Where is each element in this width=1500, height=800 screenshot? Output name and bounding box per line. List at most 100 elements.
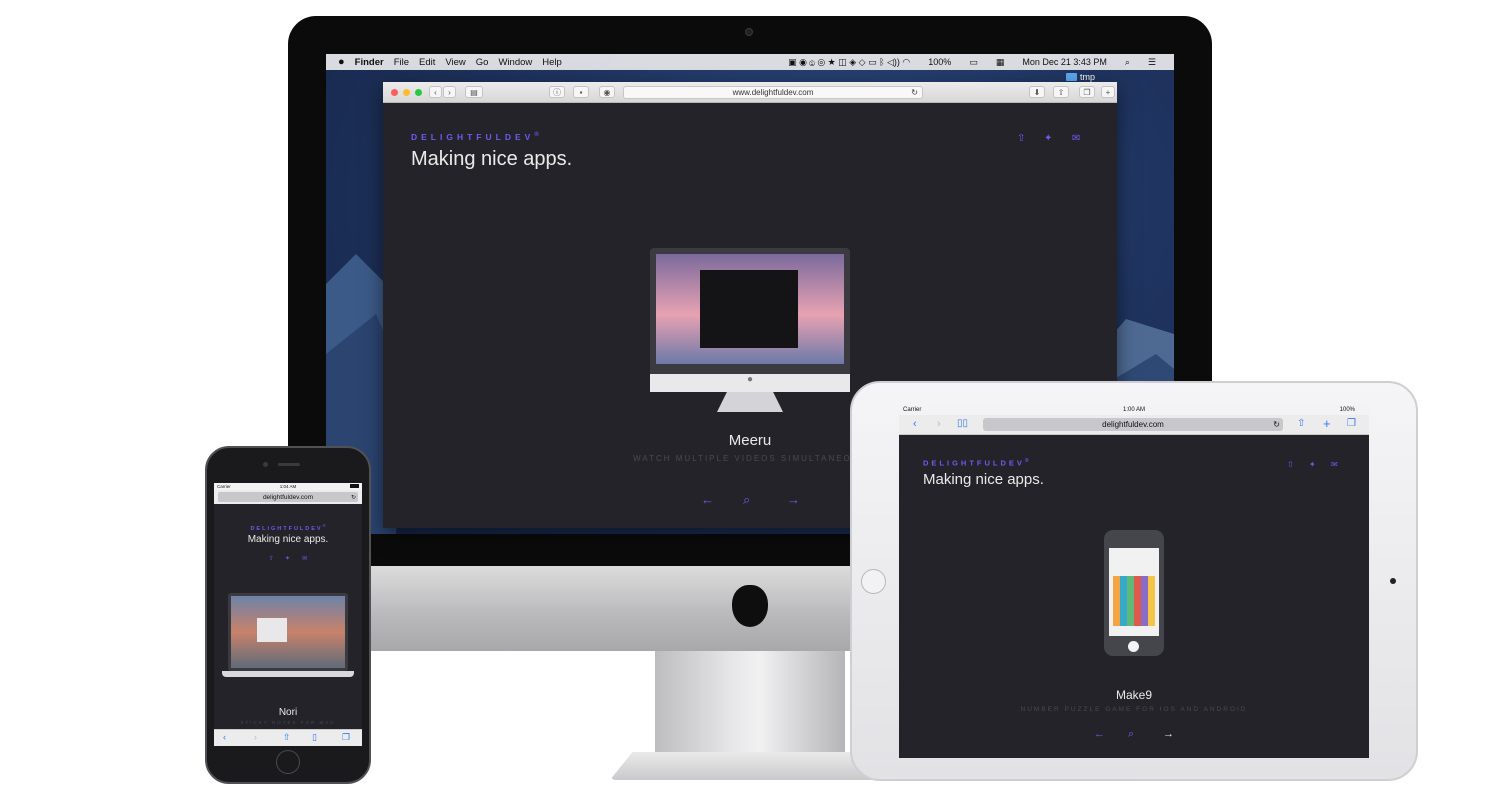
email-icon[interactable]: ✉ <box>1331 460 1338 469</box>
desktop-folder-tmp[interactable]: tmp <box>1066 72 1095 82</box>
iphone-screen: Carrier 1:04 AM delightfuldev.com ↻ DELI… <box>214 483 362 746</box>
email-icon[interactable]: ✉ <box>302 555 307 562</box>
status-time: 1:00 AM <box>1122 407 1145 413</box>
site-tagline: Making nice apps. <box>247 534 329 545</box>
apple-logo-icon <box>732 585 768 627</box>
ipad-address-bar-url: delightfuldev.com <box>1102 420 1164 429</box>
twitter-icon[interactable]: ✦ <box>1309 460 1316 469</box>
back-icon[interactable]: ‹ <box>223 732 226 742</box>
app-screenshot-screen <box>231 596 345 668</box>
number-grid <box>1113 576 1155 626</box>
menu-window[interactable]: Window <box>498 57 532 68</box>
share-icon[interactable]: ⇧ <box>283 732 291 743</box>
menu-finder[interactable]: Finder <box>355 57 384 68</box>
imac-chin-apple-logo-icon: ● <box>650 374 850 392</box>
tabs-icon[interactable]: ❐ <box>1347 418 1356 429</box>
iphone-home-button[interactable] <box>276 750 300 774</box>
apple-menu-icon[interactable]: ● <box>338 56 345 68</box>
close-window-button[interactable] <box>391 89 398 96</box>
safari-toolbar: ‹ › ▤ ⓘ ▪ ◉ www.delightfuldev.com ↻ ⬇ ⇧ … <box>383 82 1117 103</box>
share-icon[interactable]: ⇧ <box>1017 133 1025 144</box>
imac-stand <box>655 651 845 761</box>
reload-icon[interactable]: ↻ <box>351 494 356 501</box>
ipad-camera <box>1390 578 1396 584</box>
back-icon[interactable]: ‹ <box>913 418 917 430</box>
search-icon[interactable]: ⌕ <box>743 492 750 508</box>
iphone-safari-toolbar: delightfuldev.com ↻ <box>214 490 362 504</box>
lock-icon[interactable]: ▪ <box>573 86 589 98</box>
site-brand[interactable]: DELIGHTFULDEV® <box>923 458 1029 468</box>
menu-go[interactable]: Go <box>476 57 489 68</box>
ipad-safari-toolbar: ‹ › ▯▯ delightfuldev.com ↻ ⇧ + ❐ <box>899 415 1369 435</box>
site-tagline: Making nice apps. <box>923 471 1044 488</box>
tabs-icon[interactable]: ❐ <box>342 732 350 743</box>
spotlight-search-icon[interactable]: ⌕ <box>1125 57 1130 68</box>
mini-home-button <box>1128 641 1139 652</box>
share-icon[interactable]: ⇧ <box>1053 86 1069 98</box>
notification-center-icon[interactable]: ☰ <box>1148 57 1156 68</box>
menu-view[interactable]: View <box>445 57 465 68</box>
battery-percent[interactable]: 100% <box>928 57 951 67</box>
app-video-grid <box>700 270 798 348</box>
back-button[interactable]: ‹ <box>429 86 442 98</box>
imac-camera <box>745 28 753 36</box>
address-bar[interactable]: www.delightfuldev.com ↻ <box>623 86 923 99</box>
search-icon[interactable]: ⌕ <box>1128 728 1134 741</box>
imac-foot <box>610 752 890 780</box>
next-arrow-icon[interactable]: → <box>787 492 800 507</box>
bookmarks-icon[interactable]: ▯ <box>312 732 317 743</box>
zoom-window-button[interactable] <box>415 89 422 96</box>
site-brand[interactable]: DELIGHTFULDEV® <box>411 132 539 142</box>
prev-arrow-icon[interactable]: ← <box>1094 728 1105 740</box>
minimize-window-button[interactable] <box>403 89 410 96</box>
twitter-icon[interactable]: ✦ <box>1044 133 1052 144</box>
next-arrow-icon[interactable]: → <box>1163 728 1174 740</box>
ipad-status-bar: Carrier 1:00 AM 100% <box>899 406 1369 415</box>
ipad-home-button[interactable] <box>861 569 886 594</box>
iphone-bottom-toolbar: ‹ › ⇧ ▯ ❐ <box>214 729 362 746</box>
battery-percent: 100% <box>1339 407 1355 413</box>
site-brand[interactable]: DELIGHTFULDEV® <box>214 523 362 532</box>
clock[interactable]: Mon Dec 21 3:43 PM <box>1022 57 1107 67</box>
battery-icon[interactable]: ▭ <box>969 57 978 68</box>
ipad-screen: Carrier 1:00 AM 100% ‹ › ▯▯ delightfulde… <box>899 406 1369 758</box>
forward-icon[interactable]: › <box>254 732 257 742</box>
tabs-icon[interactable]: ❐ <box>1079 86 1095 98</box>
battery-icon <box>350 484 359 488</box>
prev-arrow-icon[interactable]: ← <box>701 492 714 507</box>
site-tagline: Making nice apps. <box>411 148 573 170</box>
menu-file[interactable]: File <box>394 57 409 68</box>
share-icon[interactable]: ⇧ <box>269 555 274 562</box>
app-description: NUMBER PUZZLE GAME FOR IOS AND ANDROID <box>1020 706 1248 713</box>
iphone-address-bar[interactable]: delightfuldev.com ↻ <box>218 492 358 502</box>
forward-button[interactable]: › <box>443 86 456 98</box>
share-icon[interactable]: ⇧ <box>1297 418 1305 429</box>
note-window <box>257 618 287 642</box>
app-screenshot-make9 <box>1104 530 1164 656</box>
reload-icon[interactable]: ↻ <box>1273 420 1280 429</box>
menu-edit[interactable]: Edit <box>419 57 435 68</box>
sidebar-toggle-icon[interactable]: ▤ <box>465 86 483 98</box>
ipad-address-bar[interactable]: delightfuldev.com ↻ <box>983 418 1283 431</box>
reload-icon[interactable]: ↻ <box>911 88 918 97</box>
menu-help[interactable]: Help <box>542 57 562 68</box>
twitter-icon[interactable]: ✦ <box>285 555 290 562</box>
downloads-icon[interactable]: ⬇ <box>1029 86 1045 98</box>
app-screenshot-screen <box>1109 548 1159 636</box>
new-tab-icon[interactable]: + <box>1323 416 1331 431</box>
email-icon[interactable]: ✉ <box>1072 133 1080 144</box>
flag-icon[interactable]: ▦ <box>996 57 1005 68</box>
status-icons[interactable]: ▣ ◉ ⓘ ◎ ★ ◫ ◈ ◇ ▭ ᛒ ◁)) ◠ <box>788 57 910 68</box>
app-title: Make9 <box>1115 688 1153 702</box>
password-icon[interactable]: ◉ <box>599 86 615 98</box>
share-icon[interactable]: ⇧ <box>1287 460 1294 469</box>
bookmarks-icon[interactable]: ▯▯ <box>957 418 968 429</box>
iphone-status-bar: Carrier 1:04 AM <box>214 483 362 490</box>
app-screenshot-screen <box>656 254 844 364</box>
mac-menubar: ● Finder File Edit View Go Window Help ▣… <box>326 54 1174 70</box>
forward-icon[interactable]: › <box>937 418 941 430</box>
iphone-address-bar-url: delightfuldev.com <box>262 493 314 501</box>
new-tab-icon[interactable]: + <box>1101 86 1115 98</box>
folder-label: tmp <box>1080 72 1096 82</box>
extension-icon[interactable]: ⓘ <box>549 86 565 98</box>
